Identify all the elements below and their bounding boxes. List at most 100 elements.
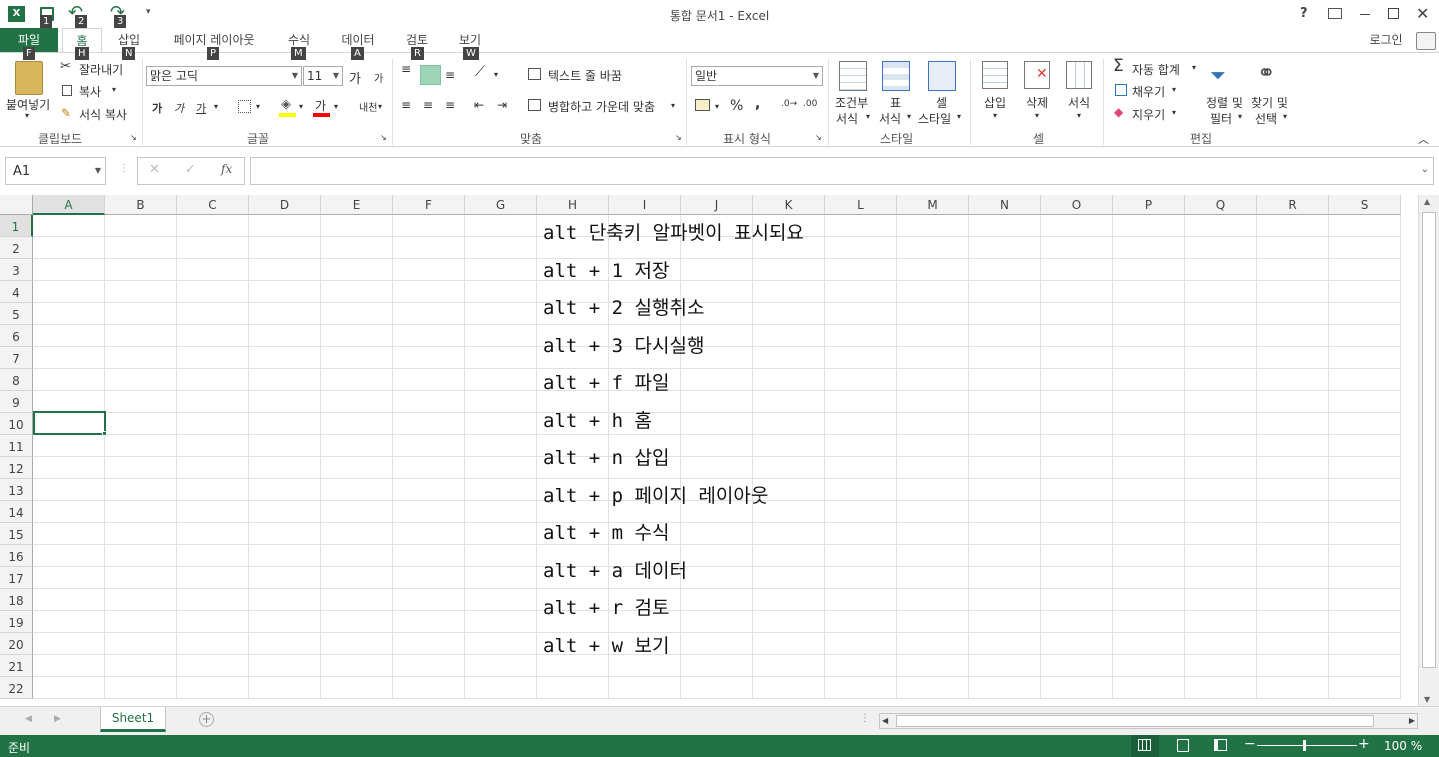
fill-button[interactable]: 채우기 — [1132, 83, 1165, 100]
row-header[interactable]: 1 — [0, 215, 33, 237]
scroll-left-icon[interactable]: ◀ — [882, 716, 888, 725]
select-all-corner[interactable] — [0, 195, 33, 215]
column-header[interactable]: N — [969, 195, 1041, 215]
comma-button[interactable]: , — [755, 96, 760, 112]
cut-icon[interactable]: ✂ — [60, 59, 71, 74]
font-name-dropdown-icon[interactable]: ▼ — [292, 67, 298, 85]
font-color-dropdown-icon[interactable]: ▾ — [334, 102, 338, 111]
number-format-combo[interactable]: 일반 ▼ — [691, 66, 823, 86]
active-cell-a1[interactable] — [33, 411, 106, 435]
align-center-icon[interactable]: ≡ — [423, 98, 433, 112]
format-as-table-dropdown-icon[interactable]: ▾ — [907, 112, 911, 121]
column-header[interactable]: J — [681, 195, 753, 215]
clear-icon[interactable]: ◆ — [1114, 105, 1123, 119]
autosum-icon[interactable]: Σ — [1113, 56, 1124, 76]
font-grow-button[interactable]: 가 — [349, 68, 361, 87]
borders-icon[interactable] — [238, 100, 251, 113]
column-header[interactable]: G — [465, 195, 537, 215]
zoom-level[interactable]: 100 % — [1384, 739, 1422, 753]
font-color-button[interactable]: 가 — [315, 97, 326, 114]
minimize-icon[interactable] — [1360, 14, 1370, 15]
signin-link[interactable]: 로그인 — [1364, 28, 1408, 52]
row-header[interactable]: 4 — [0, 281, 33, 303]
increase-decimal-icon[interactable]: .0→ — [781, 99, 797, 109]
row-header[interactable]: 3 — [0, 259, 33, 281]
cut-button[interactable]: 잘라내기 — [79, 61, 123, 78]
fill-icon[interactable] — [1115, 84, 1127, 96]
row-header[interactable]: 14 — [0, 501, 33, 523]
zoom-in-icon[interactable]: + — [1358, 736, 1370, 752]
row-header[interactable]: 18 — [0, 589, 33, 611]
bold-button[interactable]: 가 — [152, 100, 162, 116]
row-header[interactable]: 20 — [0, 633, 33, 655]
row-header[interactable]: 8 — [0, 369, 33, 391]
row-header[interactable]: 7 — [0, 347, 33, 369]
name-box-dropdown-icon[interactable]: ▼ — [95, 166, 101, 175]
page-layout-view-icon[interactable] — [1177, 739, 1189, 752]
font-launcher-icon[interactable]: ↘ — [380, 133, 387, 142]
help-button[interactable]: ? — [1300, 6, 1308, 21]
close-icon[interactable]: ✕ — [1416, 4, 1429, 23]
delete-cells-dropdown-icon[interactable]: ▾ — [1035, 111, 1039, 120]
number-format-dropdown-icon[interactable]: ▼ — [813, 67, 819, 85]
copy-icon[interactable] — [62, 85, 72, 96]
merge-center-button[interactable]: 병합하고 가운데 맞춤 — [548, 98, 655, 115]
decrease-decimal-icon[interactable]: .00 — [803, 99, 817, 109]
underline-dropdown-icon[interactable]: ▾ — [214, 102, 218, 111]
column-header[interactable]: E — [321, 195, 393, 215]
maximize-icon[interactable] — [1388, 8, 1399, 19]
scroll-up-icon[interactable]: ▲ — [1424, 197, 1430, 206]
column-header[interactable]: S — [1329, 195, 1401, 215]
zoom-slider-thumb[interactable] — [1303, 740, 1306, 751]
format-as-table-icon[interactable] — [882, 61, 910, 91]
insert-cells-button[interactable]: 삽입 — [984, 94, 1006, 111]
merge-center-icon[interactable] — [528, 99, 541, 111]
confirm-entry-icon[interactable]: ✓ — [185, 162, 196, 177]
column-header[interactable]: C — [177, 195, 249, 215]
page-break-view-icon[interactable] — [1214, 739, 1227, 751]
phonetic-button[interactable]: 내천 — [359, 99, 377, 114]
column-header[interactable]: H — [537, 195, 609, 215]
font-name-combo[interactable]: 맑은 고딕 ▼ — [146, 66, 302, 86]
align-top-icon[interactable]: ≡ — [401, 62, 411, 76]
find-select-icon[interactable]: ⚭ — [1257, 61, 1275, 86]
vertical-scroll-thumb[interactable] — [1422, 212, 1436, 668]
wrap-text-button[interactable]: 텍스트 줄 바꿈 — [548, 67, 622, 84]
fill-handle[interactable] — [102, 431, 107, 436]
worksheet-grid[interactable]: ABCDEFGHIJKLMNOPQRS 1 2 3 4 5 6 7 8 9 10 11 12 13 14 1… — [0, 195, 1418, 706]
borders-dropdown-icon[interactable]: ▾ — [256, 102, 260, 111]
normal-view-icon[interactable] — [1131, 735, 1159, 757]
row-header[interactable]: 6 — [0, 325, 33, 347]
italic-button[interactable]: 가 — [174, 100, 184, 116]
row-header[interactable]: 22 — [0, 677, 33, 699]
format-painter-icon[interactable]: ✎ — [61, 106, 71, 120]
autosum-dropdown-icon[interactable]: ▾ — [1192, 63, 1196, 72]
column-header[interactable]: Q — [1185, 195, 1257, 215]
copy-dropdown-icon[interactable]: ▾ — [112, 85, 116, 94]
decrease-indent-icon[interactable]: ⇤ — [474, 98, 484, 112]
row-header[interactable]: 16 — [0, 545, 33, 567]
row-header[interactable]: 19 — [0, 611, 33, 633]
align-right-icon[interactable]: ≡ — [445, 98, 455, 112]
copy-button[interactable]: 복사 — [79, 83, 101, 100]
format-painter-button[interactable]: 서식 복사 — [79, 106, 127, 123]
format-cells-icon[interactable] — [1066, 61, 1092, 89]
column-header[interactable]: A — [33, 195, 105, 215]
delete-cells-button[interactable]: 삭제 — [1026, 94, 1048, 111]
font-size-combo[interactable]: 11 ▼ — [303, 66, 343, 86]
sort-filter-icon[interactable]: ⏷ — [1210, 63, 1226, 87]
clipboard-launcher-icon[interactable]: ↘ — [130, 133, 137, 142]
format-as-table-label-1[interactable]: 표 — [890, 94, 901, 111]
row-header[interactable]: 15 — [0, 523, 33, 545]
column-header[interactable]: P — [1113, 195, 1185, 215]
sort-filter-dropdown-icon[interactable]: ▾ — [1238, 112, 1242, 121]
alignment-launcher-icon[interactable]: ↘ — [675, 133, 682, 142]
conditional-formatting-label-1[interactable]: 조건부 — [835, 94, 868, 111]
font-shrink-button[interactable]: 가 — [374, 70, 383, 85]
row-header[interactable]: 21 — [0, 655, 33, 677]
conditional-formatting-dropdown-icon[interactable]: ▾ — [866, 112, 870, 121]
increase-indent-icon[interactable]: ⇥ — [497, 98, 507, 112]
column-header[interactable]: O — [1041, 195, 1113, 215]
cell-styles-label-2[interactable]: 스타일 — [918, 110, 951, 127]
next-sheet-icon[interactable]: ▶ — [54, 714, 61, 724]
